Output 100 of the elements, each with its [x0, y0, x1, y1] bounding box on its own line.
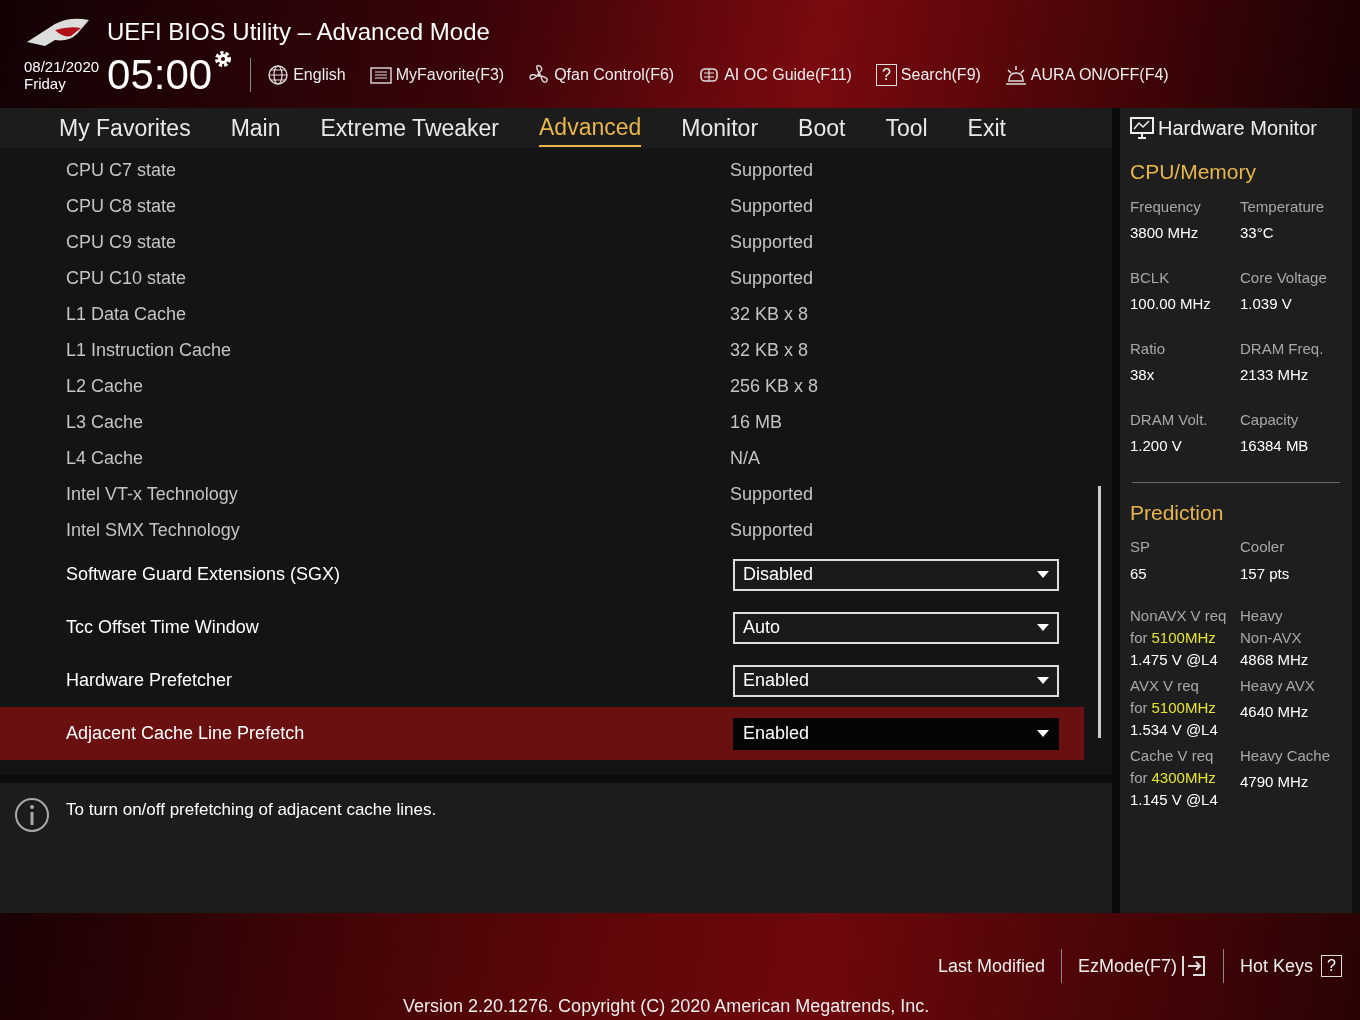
stat-label: BCLK	[1130, 267, 1171, 288]
target-frequency: 5100MHz	[1151, 698, 1216, 718]
last-modified-link[interactable]: Last Modified	[937, 952, 1046, 980]
setting-label: L2 Cache	[66, 374, 145, 398]
target-frequency: 4300MHz	[1151, 768, 1216, 788]
stat-label: for	[1130, 628, 1148, 648]
hot-keys-link[interactable]: Hot Keys	[1240, 952, 1314, 980]
setting-value: 256 KB x 8	[730, 374, 820, 398]
stat-value: 157 pts	[1240, 563, 1291, 584]
setting-label: Software Guard Extensions (SGX)	[66, 563, 342, 586]
stat-label: Ratio	[1130, 338, 1167, 359]
dropdown-field[interactable]: Disabled	[733, 558, 1059, 591]
setting-label: L1 Data Cache	[66, 302, 188, 326]
stat-label: Core Voltage	[1240, 267, 1328, 288]
stat-value: 1.200 V	[1130, 436, 1183, 456]
ezmode-link[interactable]: EzMode(F7)	[1078, 952, 1178, 980]
version-text: Version 2.20.1276. Copyright (C) 2020 American Megatrends, Inc.	[403, 995, 930, 1018]
menu-tab[interactable]: My Favorites	[59, 110, 191, 146]
stat-value: 16384 MB	[1240, 436, 1310, 456]
caret-icon	[1037, 677, 1049, 684]
light-icon	[1004, 64, 1027, 86]
setting-value: 32 KB x 8	[730, 302, 810, 326]
stat-label: Temperature	[1240, 196, 1326, 217]
menu-tab[interactable]: Main	[230, 110, 281, 146]
stat-value: 1.534 V @L4	[1130, 720, 1219, 740]
stat-value: 3800 MHz	[1130, 223, 1200, 243]
setting-label: CPU C7 state	[66, 158, 178, 182]
setting-label: Intel VT-x Technology	[66, 482, 239, 506]
stat-label: Heavy Cache	[1240, 746, 1332, 766]
setting-value: Supported	[730, 266, 815, 290]
stat-value: 2133 MHz	[1240, 365, 1310, 385]
menu-tab[interactable]: Advanced	[539, 109, 642, 147]
stat-label: for	[1130, 768, 1148, 788]
fan-icon	[528, 64, 551, 86]
info-icon	[14, 797, 50, 833]
setting-label: Intel SMX Technology	[66, 518, 241, 542]
monitor-icon	[1130, 117, 1154, 139]
target-frequency: 5100MHz	[1151, 628, 1216, 648]
dropdown-field[interactable]: Enabled	[733, 717, 1059, 750]
stat-value: 1.145 V @L4	[1130, 790, 1219, 810]
help-key-icon: ?	[875, 64, 897, 86]
fan-label[interactable]: Qfan Control(F6)	[554, 63, 675, 87]
aura-label[interactable]: AURA ON/OFF(F4)	[1030, 63, 1169, 87]
selected-row-highlight[interactable]: Adjacent Cache Line Prefetch Enabled	[0, 707, 1084, 760]
stat-value: 33°C	[1240, 223, 1275, 243]
favorite-label[interactable]: MyFavorite(F3)	[395, 63, 505, 87]
setting-value: Supported	[730, 158, 815, 182]
stat-value: 38x	[1130, 365, 1156, 385]
setting-label: CPU C8 state	[66, 194, 178, 218]
menu-tab[interactable]: Tool	[885, 110, 928, 146]
chip-label[interactable]: AI OC Guide(F11)	[724, 63, 852, 87]
stat-label: Capacity	[1240, 409, 1300, 430]
globe-label[interactable]: English	[293, 63, 346, 87]
stat-label: AVX V req	[1130, 676, 1200, 696]
dropdown-field[interactable]: Enabled	[733, 664, 1059, 697]
stat-value: 65	[1130, 563, 1148, 584]
stat-value: 1.475 V @L4	[1130, 650, 1219, 670]
stat-label: SP	[1130, 537, 1151, 557]
setting-label: L4 Cache	[66, 446, 145, 470]
clock-text: 05:00	[107, 54, 213, 96]
day-text: Friday	[24, 75, 67, 92]
dropdown-field[interactable]: Auto	[733, 611, 1059, 644]
setting-value: 32 KB x 8	[730, 338, 810, 362]
setting-label: Hardware Prefetcher	[66, 669, 234, 692]
menu-tab[interactable]: Exit	[967, 110, 1006, 146]
menu-tab[interactable]: Monitor	[681, 110, 759, 146]
stat-value: 100.00 MHz	[1130, 294, 1212, 314]
setting-label: Tcc Offset Time Window	[66, 616, 260, 639]
menu-tab[interactable]: Boot	[798, 110, 846, 146]
section-title: CPU/Memory	[1130, 159, 1257, 185]
setting-value: Supported	[730, 518, 815, 542]
setting-value: Supported	[730, 194, 815, 218]
date-text: 08/21/2020	[24, 58, 100, 75]
window-title: UEFI BIOS Utility – Advanced Mode	[107, 17, 490, 47]
stat-label: for	[1130, 698, 1148, 718]
stat-label: Heavy AVX	[1240, 676, 1316, 696]
logo-icon	[25, 16, 91, 48]
stat-value: 4790 MHz	[1240, 772, 1310, 792]
setting-label: CPU C9 state	[66, 230, 178, 254]
help-text: To turn on/off prefetching of adjacent cache lines.	[66, 799, 437, 821]
panel-title: Hardware Monitor	[1158, 116, 1317, 141]
search-label[interactable]: Search(F9)	[900, 63, 981, 87]
stat-value: 4868 MHz	[1240, 650, 1310, 670]
exit-icon	[1181, 954, 1208, 978]
stat-label: DRAM Volt.	[1130, 409, 1209, 430]
caret-icon	[1037, 730, 1049, 737]
stat-value: 1.039 V	[1240, 294, 1293, 314]
menu-tab[interactable]: Extreme Tweaker	[320, 110, 500, 146]
setting-label: L1 Instruction Cache	[66, 338, 233, 362]
setting-value: Supported	[730, 482, 815, 506]
stat-label: Heavy	[1240, 606, 1284, 626]
stat-value: 4640 MHz	[1240, 702, 1310, 722]
setting-label: Adjacent Cache Line Prefetch	[66, 722, 306, 745]
setting-value: 16 MB	[730, 410, 784, 434]
stat-label: Cooler	[1240, 537, 1286, 557]
help-key-icon: ?	[1321, 955, 1342, 977]
globe-icon	[267, 64, 290, 86]
stat-label: Cache V req	[1130, 746, 1215, 766]
caret-icon	[1037, 571, 1049, 578]
stat-label: DRAM Freq.	[1240, 338, 1325, 359]
